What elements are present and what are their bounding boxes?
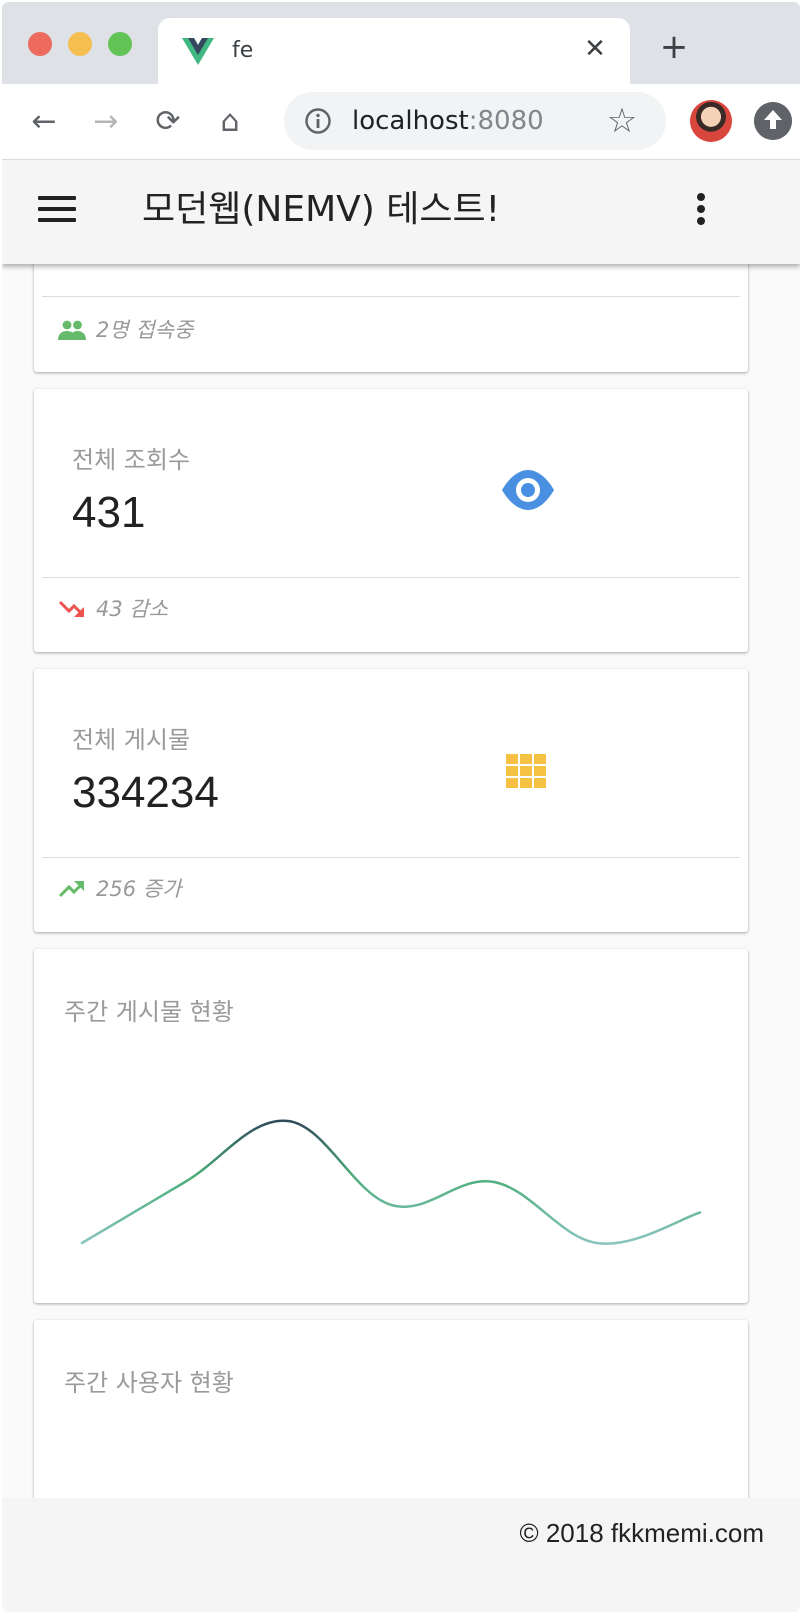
reload-icon[interactable]: ⟳ xyxy=(148,102,188,142)
back-arrow-icon[interactable]: ← xyxy=(24,102,64,142)
close-window-button[interactable] xyxy=(28,32,52,56)
chart-series-line xyxy=(80,1119,702,1245)
home-icon[interactable]: ⌂ xyxy=(210,102,250,142)
profile-avatar[interactable] xyxy=(690,100,732,142)
eye-icon xyxy=(502,470,554,510)
info-icon[interactable] xyxy=(304,107,332,135)
weekly-users-card: 주간 사용자 현황 xyxy=(34,1320,748,1498)
browser-toolbar: ← → ⟳ ⌂ localhost:8080 ☆ xyxy=(2,84,800,160)
card-divider xyxy=(42,857,740,858)
close-tab-icon[interactable]: ✕ xyxy=(580,34,610,64)
url-text[interactable]: localhost:8080 xyxy=(352,106,544,136)
grid-icon xyxy=(506,754,546,788)
weekly-users-title: 주간 사용자 현황 xyxy=(64,1369,234,1397)
menu-icon[interactable] xyxy=(38,196,76,226)
app-toolbar: 모던웹(NEMV) 테스트! xyxy=(2,160,800,264)
views-label: 전체 조회수 xyxy=(72,446,191,474)
tab-strip: fe ✕ + xyxy=(2,2,800,84)
posts-trend-text: 256 증가 xyxy=(96,877,182,901)
vue-logo-icon xyxy=(182,38,214,65)
forward-arrow-icon[interactable]: → xyxy=(86,102,126,142)
maximize-window-button[interactable] xyxy=(108,32,132,56)
views-value: 431 xyxy=(72,488,146,537)
trending-down-icon xyxy=(58,600,85,617)
copyright-text: © 2018 fkkmemi.com xyxy=(519,1518,764,1548)
views-card: 전체 조회수 431 43 감소 xyxy=(34,389,748,652)
update-arrow-icon[interactable] xyxy=(754,102,792,140)
address-bar[interactable]: localhost:8080 ☆ xyxy=(284,92,666,150)
weekly-posts-chart xyxy=(80,1119,702,1245)
browser-window: fe ✕ + ← → ⟳ ⌂ localhost:8080 ☆ 모던웹(NEMV… xyxy=(2,2,800,1612)
card-divider xyxy=(42,296,740,297)
browser-tab[interactable]: fe ✕ xyxy=(158,18,630,84)
page-viewport: 모던웹(NEMV) 테스트! 2명 접속중 전체 조회수 431 43 감소 전… xyxy=(2,160,800,1498)
trending-up-icon xyxy=(58,881,85,898)
new-tab-icon[interactable]: + xyxy=(658,30,690,64)
weekly-posts-card: 주간 게시물 현황 xyxy=(34,949,748,1303)
more-vert-icon[interactable] xyxy=(688,190,714,234)
app-title: 모던웹(NEMV) 테스트! xyxy=(142,189,501,230)
minimize-window-button[interactable] xyxy=(68,32,92,56)
bookmark-star-icon[interactable]: ☆ xyxy=(604,103,640,139)
tab-title: fe xyxy=(232,38,254,63)
views-trend-text: 43 감소 xyxy=(96,597,169,621)
posts-value: 334234 xyxy=(72,768,219,817)
people-icon xyxy=(58,320,86,340)
card-divider xyxy=(42,577,740,578)
posts-label: 전체 게시물 xyxy=(72,726,191,754)
users-online-text: 2명 접속중 xyxy=(96,318,194,342)
page-footer: © 2018 fkkmemi.com xyxy=(2,1498,800,1612)
posts-card: 전체 게시물 334234 256 증가 xyxy=(34,669,748,932)
